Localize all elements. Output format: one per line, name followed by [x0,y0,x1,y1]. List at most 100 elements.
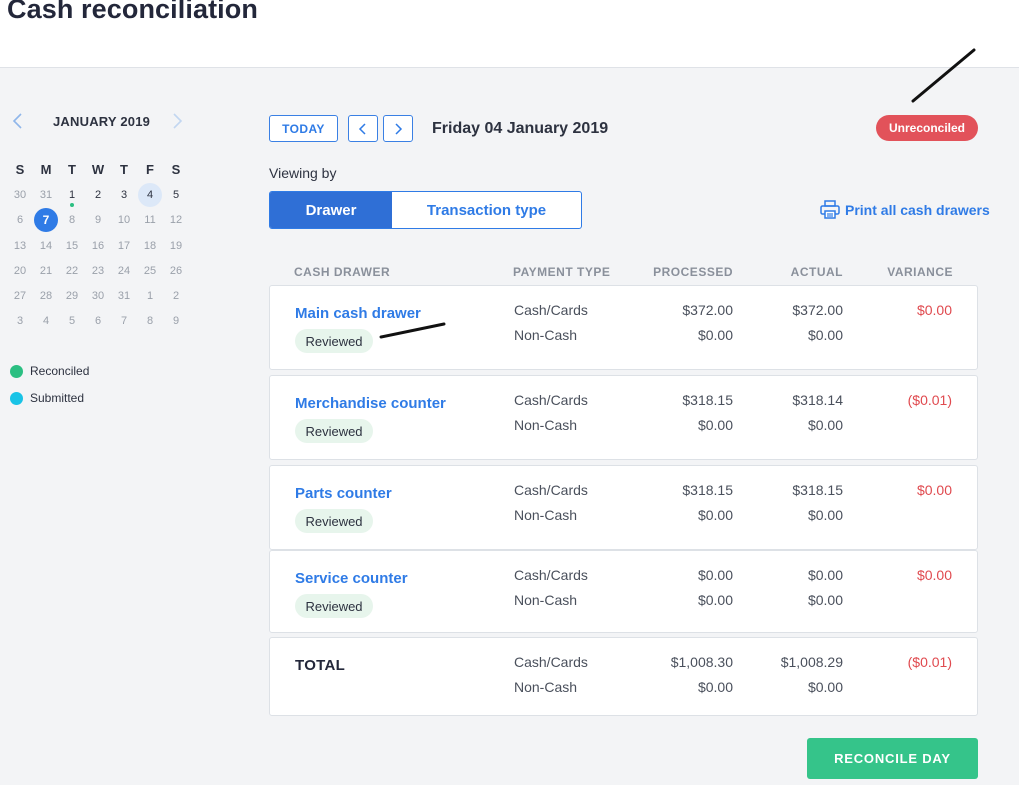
calendar-day[interactable]: 26 [163,258,189,283]
payment-type: Cash/Cards [514,654,588,670]
chevron-left-icon[interactable] [11,112,23,135]
calendar-weekday: T [68,162,76,178]
variance-amount: ($0.01) [907,654,952,670]
drawer-name-link[interactable]: Merchandise counter [295,395,446,412]
calendar-day[interactable]: 4 [137,182,163,207]
calendar-day-number: 7 [120,315,128,328]
calendar-day[interactable]: 6 [7,208,33,233]
calendar-weekday: M [40,162,52,178]
calendar-day[interactable]: 7 [33,208,59,233]
calendar-day[interactable]: 23 [85,258,111,283]
calendar-day[interactable]: 13 [7,233,33,258]
calendar-day[interactable]: 9 [85,208,111,233]
calendar-day-number: 4 [138,182,162,207]
calendar-day[interactable]: 31 [111,283,137,308]
calendar-day[interactable]: 5 [163,182,189,207]
status-badge: Reviewed [295,594,373,618]
calendar-day-number: 21 [39,264,53,277]
next-day-button[interactable] [383,115,413,142]
calendar-day[interactable]: 14 [33,233,59,258]
payment-type: Cash/Cards [514,482,588,498]
print-all-link[interactable]: Print all cash drawers [820,200,990,219]
payment-type: Non-Cash [514,417,578,433]
calendar-day[interactable]: 5 [59,309,85,334]
calendar-day[interactable]: 22 [59,258,85,283]
calendar-day[interactable]: 17 [111,233,137,258]
actual-amount: $0.00 [807,679,843,695]
reconcile-day-button[interactable]: RECONCILE DAY [807,738,978,779]
calendar-day[interactable]: 28 [33,283,59,308]
variance-amount: $0.00 [916,482,952,498]
actual-amount: $0.00 [807,592,843,608]
calendar-day-number: 31 [39,188,53,201]
processed-amount: $372.00 [682,302,733,318]
calendar-day[interactable]: 25 [137,258,163,283]
drawer-name-link[interactable]: Service counter [295,570,408,587]
calendar-day[interactable]: 16 [85,233,111,258]
calendar-day[interactable]: 15 [59,233,85,258]
calendar-day[interactable]: 6 [85,309,111,334]
calendar-day-number: 6 [94,315,102,328]
calendar-day[interactable]: 7 [111,309,137,334]
calendar-day[interactable]: 10 [111,208,137,233]
reconciled-dot [70,202,74,207]
calendar-day[interactable]: 20 [7,258,33,283]
calendar-day[interactable]: 27 [7,283,33,308]
actual-amount: $0.00 [807,417,843,433]
legend-item: Reconciled [10,363,89,379]
payment-type: Cash/Cards [514,567,588,583]
calendar-week: 30 31 1 2 3 4 5 [7,182,189,207]
calendar-day[interactable]: 8 [137,309,163,334]
calendar-day[interactable]: 1 [137,283,163,308]
calendar-day[interactable]: 11 [137,208,163,233]
calendar-day[interactable]: 31 [33,182,59,207]
calendar-day[interactable]: 2 [85,182,111,207]
calendar-day[interactable]: 8 [59,208,85,233]
status-badge: Reviewed [295,329,373,353]
variance-amount: $0.00 [916,567,952,583]
legend-dot [10,364,23,378]
calendar-day-number: 26 [169,264,183,277]
calendar-day[interactable]: 30 [7,182,33,207]
chevron-right-icon[interactable] [172,112,184,135]
view-option-transaction-type[interactable]: Transaction type [392,192,581,228]
calendar-day[interactable]: 24 [111,258,137,283]
calendar-day-number: 20 [13,264,27,277]
processed-amount: $1,008.30 [670,654,733,670]
calendar-day[interactable]: 4 [33,309,59,334]
total-label: TOTAL [295,657,346,674]
calendar-day[interactable]: 18 [137,233,163,258]
view-option-drawer[interactable]: Drawer [270,192,392,228]
calendar-day[interactable]: 19 [163,233,189,258]
actual-amount: $0.00 [807,507,843,523]
drawer-name-link[interactable]: Parts counter [295,485,392,502]
viewing-by-label: Viewing by [269,165,337,181]
drawer-name-link[interactable]: Main cash drawer [295,305,421,322]
today-button[interactable]: TODAY [269,115,338,142]
calendar-day[interactable]: 21 [33,258,59,283]
calendar-day[interactable]: 3 [111,182,137,207]
printer-icon [820,200,840,219]
variance-amount: ($0.01) [907,392,952,408]
calendar-day-number: 27 [13,290,27,303]
prev-day-button[interactable] [348,115,378,142]
calendar-day[interactable]: 3 [7,309,33,334]
table-row: Parts counter Reviewed Cash/Cards $318.15 $3… [269,465,978,550]
table-row: Service counter Reviewed Cash/Cards $0.00 $0… [269,550,978,633]
processed-amount: $0.00 [697,507,733,523]
payment-type: Non-Cash [514,592,578,608]
calendar-day[interactable]: 29 [59,283,85,308]
processed-amount: $318.15 [682,482,733,498]
calendar-legend: Reconciled Submitted [10,363,89,417]
actual-amount: $318.15 [792,482,843,498]
calendar-day-number: 5 [68,315,76,328]
calendar-day[interactable]: 12 [163,208,189,233]
calendar-weekday: T [120,162,128,178]
calendar-day[interactable]: 30 [85,283,111,308]
calendar-day-number: 17 [117,239,131,252]
calendar-day[interactable]: 1 [59,182,85,207]
current-date: Friday 04 January 2019 [432,120,609,137]
calendar-day-number: 25 [143,264,157,277]
calendar-day[interactable]: 2 [163,283,189,308]
calendar-day[interactable]: 9 [163,309,189,334]
